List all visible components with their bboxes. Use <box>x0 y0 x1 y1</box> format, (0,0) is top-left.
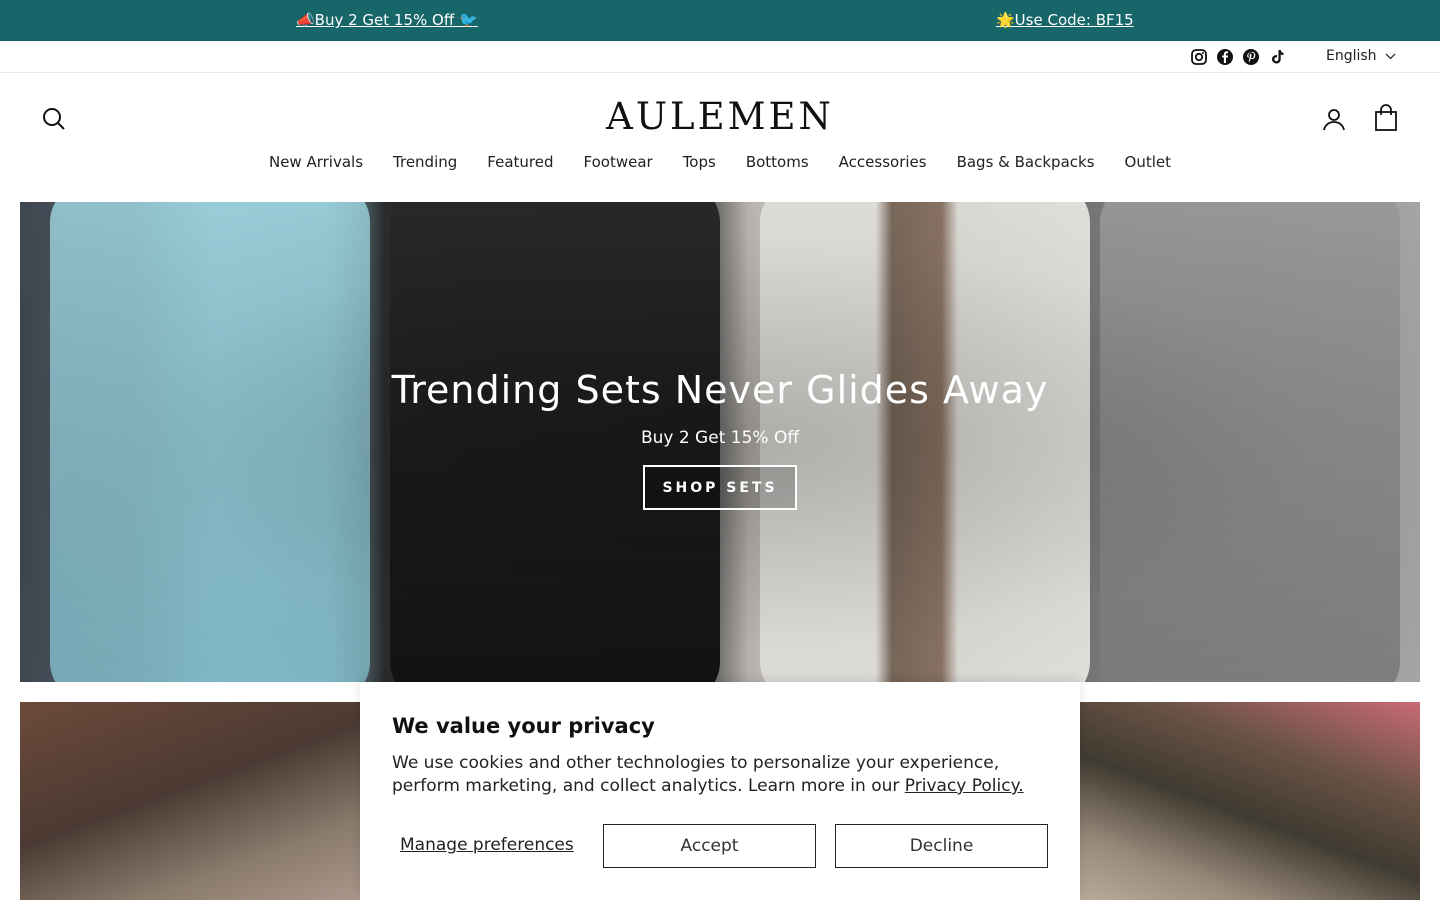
social-links <box>1190 48 1286 66</box>
language-selector[interactable]: English <box>1326 48 1396 64</box>
site-header: AULEMEN New Arrivals Trending Featured F… <box>0 73 1440 202</box>
announcement-code-link[interactable]: 🌟Use Code: BF15 <box>996 11 1134 29</box>
shop-sets-button[interactable]: SHOP SETS <box>643 465 797 510</box>
nav-outlet[interactable]: Outlet <box>1125 153 1171 171</box>
accept-button[interactable]: Accept <box>603 824 816 868</box>
instagram-icon[interactable] <box>1190 48 1208 66</box>
decline-button[interactable]: Decline <box>835 824 1048 868</box>
hero-banner[interactable]: Trending Sets Never Glides Away Buy 2 Ge… <box>20 202 1420 682</box>
nav-bottoms[interactable]: Bottoms <box>746 153 809 171</box>
nav-trending[interactable]: Trending <box>393 153 457 171</box>
announcement-bar: 📣Buy 2 Get 15% Off 🐦 🌟Use Code: BF15 <box>0 0 1440 41</box>
tiktok-icon[interactable] <box>1268 48 1286 66</box>
main-nav: New Arrivals Trending Featured Footwear … <box>0 153 1440 171</box>
hero-title: Trending Sets Never Glides Away <box>391 368 1049 412</box>
hero-subtitle: Buy 2 Get 15% Off <box>640 428 800 448</box>
facebook-icon[interactable] <box>1216 48 1234 66</box>
collection-tile-image[interactable] <box>20 702 360 900</box>
cookie-consent-dialog: We value your privacy We use cookies and… <box>360 682 1080 900</box>
cookie-text: We use cookies and other technologies to… <box>392 752 1032 798</box>
privacy-policy-link[interactable]: Privacy Policy. <box>905 776 1024 796</box>
utility-bar: English <box>0 41 1440 73</box>
cart-icon[interactable] <box>1372 103 1400 133</box>
cookie-actions: Manage preferences Accept Decline <box>392 824 1048 868</box>
nav-featured[interactable]: Featured <box>487 153 553 171</box>
cookie-title: We value your privacy <box>392 714 655 738</box>
announcement-promo-link[interactable]: 📣Buy 2 Get 15% Off 🐦 <box>296 11 478 29</box>
pinterest-icon[interactable] <box>1242 48 1260 66</box>
language-label: English <box>1326 48 1377 64</box>
nav-footwear[interactable]: Footwear <box>584 153 653 171</box>
nav-bags-backpacks[interactable]: Bags & Backpacks <box>957 153 1095 171</box>
account-icon[interactable] <box>1320 105 1348 133</box>
manage-preferences-button[interactable]: Manage preferences <box>400 835 574 855</box>
nav-tops[interactable]: Tops <box>683 153 716 171</box>
nav-new-arrivals[interactable]: New Arrivals <box>269 153 363 171</box>
collection-tile-image[interactable] <box>1080 702 1420 900</box>
chevron-down-icon <box>1385 48 1396 64</box>
nav-accessories[interactable]: Accessories <box>839 153 927 171</box>
site-logo[interactable]: AULEMEN <box>0 95 1440 138</box>
